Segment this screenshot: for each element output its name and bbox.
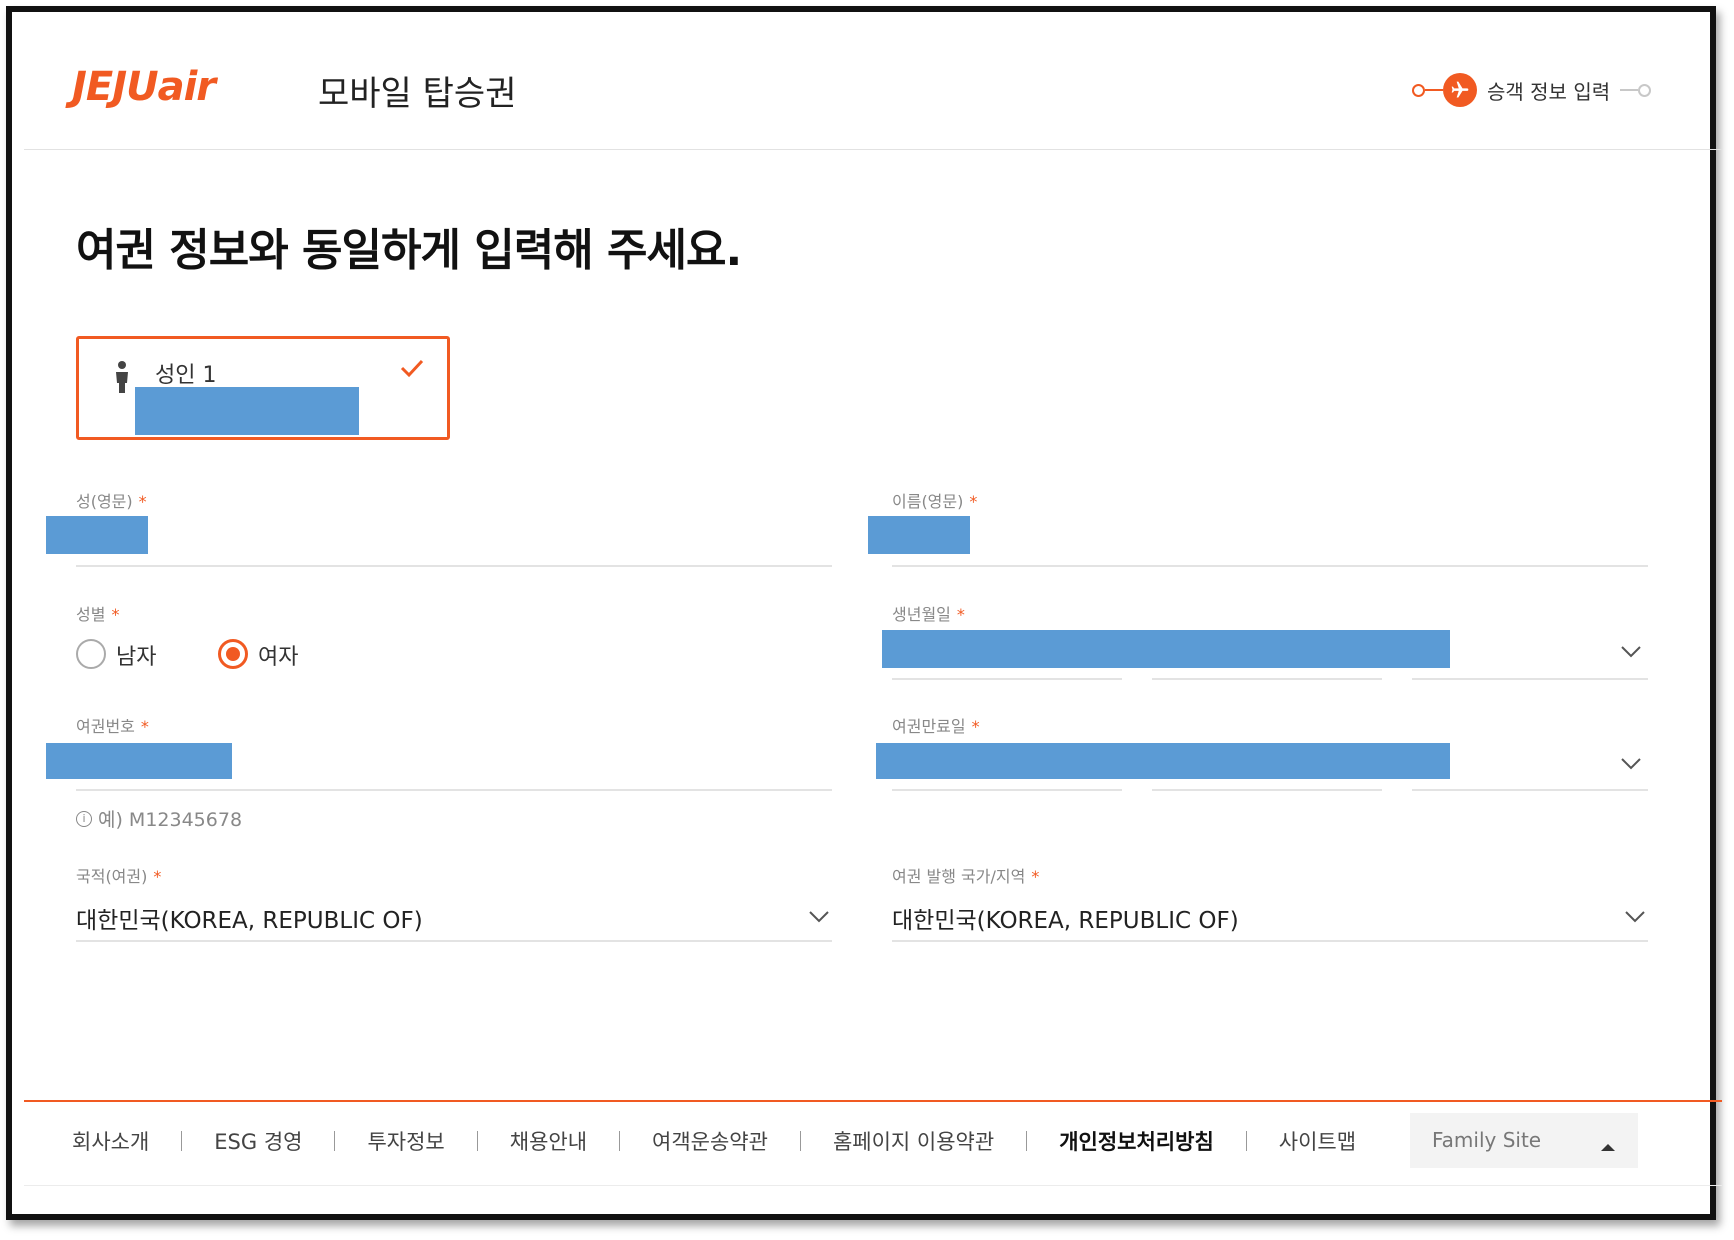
footer-link-investor[interactable]: 투자정보 bbox=[367, 1126, 444, 1156]
birth-date-label: 생년월일 * bbox=[892, 605, 965, 624]
airplane-icon bbox=[1443, 73, 1477, 107]
footer-separator bbox=[619, 1131, 621, 1151]
step-connector-next bbox=[1620, 89, 1639, 91]
gender-radio-female[interactable] bbox=[218, 639, 248, 669]
step-connector bbox=[1425, 89, 1443, 91]
expiry-month-underline bbox=[1152, 789, 1382, 791]
passenger-label: 성인 1 bbox=[155, 363, 217, 388]
footer-link-careers[interactable]: 채용안내 bbox=[510, 1126, 587, 1156]
check-icon bbox=[399, 357, 425, 383]
family-site-label: Family Site bbox=[1432, 1128, 1542, 1152]
footer-link-privacy[interactable]: 개인정보처리방침 bbox=[1059, 1126, 1214, 1156]
birth-date-select[interactable] bbox=[882, 630, 1450, 668]
footer-link-esg[interactable]: ESG 경영 bbox=[214, 1126, 302, 1156]
birth-day-underline bbox=[1412, 678, 1648, 680]
progress-steps: 승객 정보 입력 bbox=[1412, 70, 1652, 110]
passport-expiry-select[interactable] bbox=[876, 743, 1450, 779]
redacted-passenger-name bbox=[135, 387, 359, 435]
caret-up-icon bbox=[1600, 1137, 1616, 1156]
passport-number-hint: i 예) M12345678 bbox=[76, 805, 242, 832]
jejuair-logo[interactable]: JEJUair bbox=[72, 64, 216, 110]
footer-link-sitemap[interactable]: 사이트맵 bbox=[1279, 1126, 1356, 1156]
page-title: 모바일 탑승권 bbox=[318, 74, 517, 114]
footer-divider bbox=[24, 1100, 1722, 1102]
info-icon: i bbox=[76, 810, 92, 827]
chevron-down-icon[interactable] bbox=[1620, 756, 1642, 775]
chevron-down-icon[interactable] bbox=[1624, 909, 1646, 928]
first-name-input[interactable] bbox=[868, 516, 970, 554]
footer-separator bbox=[1245, 1131, 1247, 1151]
gender-label: 성별 * bbox=[76, 605, 120, 624]
last-name-label: 성(영문) * bbox=[76, 492, 147, 511]
gender-radio-male[interactable] bbox=[76, 639, 106, 669]
nationality-underline bbox=[76, 940, 832, 942]
first-name-label: 이름(영문) * bbox=[892, 492, 978, 511]
expiry-day-underline bbox=[1412, 789, 1648, 791]
footer-nav: 회사소개 ESG 경영 투자정보 채용안내 여객운송약관 홈페이지 이용약관 개… bbox=[72, 1126, 1356, 1156]
footer-link-about[interactable]: 회사소개 bbox=[72, 1126, 149, 1156]
gender-option-male[interactable]: 남자 bbox=[116, 639, 156, 671]
birth-month-underline bbox=[1152, 678, 1382, 680]
birth-year-underline bbox=[892, 678, 1122, 680]
passport-expiry-label: 여권만료일 * bbox=[892, 717, 980, 736]
current-step-label: 승객 정보 입력 bbox=[1487, 79, 1611, 104]
family-site-select[interactable]: Family Site bbox=[1410, 1113, 1638, 1168]
issuing-country-underline bbox=[892, 940, 1648, 942]
passport-number-input[interactable] bbox=[46, 743, 232, 779]
passenger-card[interactable]: 성인 1 bbox=[76, 336, 450, 440]
passport-number-underline bbox=[76, 789, 832, 791]
footer-link-site-terms[interactable]: 홈페이지 이용약관 bbox=[833, 1126, 994, 1156]
step-dot-next bbox=[1638, 83, 1652, 97]
first-name-underline bbox=[892, 565, 1648, 567]
browser-frame: JEJUair 모바일 탑승권 승객 정보 입력 여권 정보와 동일하게 입력해… bbox=[6, 6, 1722, 1220]
last-name-underline bbox=[76, 565, 832, 567]
chevron-down-icon[interactable] bbox=[1620, 644, 1642, 663]
last-name-input[interactable] bbox=[46, 516, 148, 554]
person-icon bbox=[113, 361, 131, 399]
nationality-select[interactable]: 대한민국(KOREA, REPUBLIC OF) bbox=[76, 901, 423, 935]
header-divider bbox=[24, 149, 1722, 150]
gender-option-female[interactable]: 여자 bbox=[258, 639, 298, 671]
expiry-year-underline bbox=[892, 789, 1122, 791]
footer-separator bbox=[334, 1131, 336, 1151]
footer-bottom-divider bbox=[24, 1185, 1722, 1186]
footer-separator bbox=[181, 1131, 183, 1151]
issuing-country-label: 여권 발행 국가/지역 * bbox=[892, 867, 1040, 886]
nationality-label: 국적(여권) * bbox=[76, 867, 162, 886]
footer-separator bbox=[799, 1131, 801, 1151]
chevron-down-icon[interactable] bbox=[808, 909, 830, 928]
footer-separator bbox=[476, 1131, 478, 1151]
passport-number-label: 여권번호 * bbox=[76, 717, 149, 736]
form-heading: 여권 정보와 동일하게 입력해 주세요. bbox=[76, 225, 742, 276]
footer-separator bbox=[1026, 1131, 1028, 1151]
footer-link-carriage-terms[interactable]: 여객운송약관 bbox=[652, 1126, 768, 1156]
step-dot-prev bbox=[1412, 83, 1425, 97]
issuing-country-select[interactable]: 대한민국(KOREA, REPUBLIC OF) bbox=[892, 901, 1239, 935]
